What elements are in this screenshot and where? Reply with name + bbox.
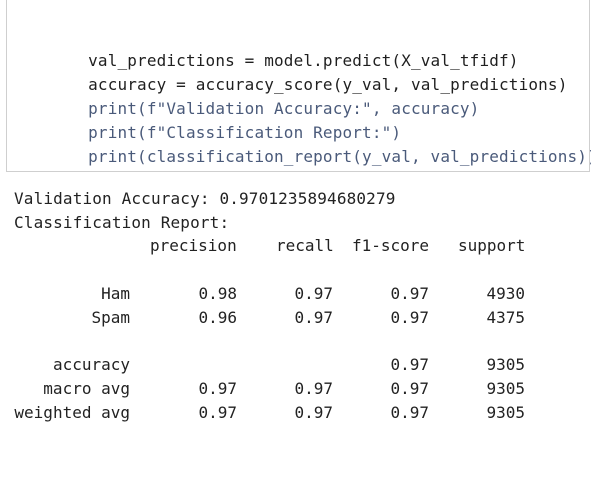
row-precision: 0.97 [198,379,237,398]
header-support: support [458,236,526,255]
row-label: accuracy [52,355,130,374]
row-support: 9305 [486,355,525,374]
header-recall: recall [276,236,334,255]
row-support: 9305 [486,379,525,398]
code-text: print(classification_report(y_val, val_p… [88,147,591,166]
code-line-1: val_predictions = model.predict(X_val_tf… [49,25,519,70]
row-f1: 0.97 [390,355,429,374]
row-support: 4930 [486,284,525,303]
row-precision: 0.98 [198,284,237,303]
row-recall: 0.97 [294,379,333,398]
row-f1: 0.97 [390,308,429,327]
header-f1-score: f1-score [352,236,430,255]
row-recall: 0.97 [294,308,333,327]
code-line-4: print(f"Classification Report:") [49,97,401,142]
code-line-5: print(classification_report(y_val, val_p… [49,121,591,166]
code-line-2: accuracy = accuracy_score(y_val, val_pre… [49,49,568,94]
row-support: 4375 [486,308,525,327]
row-f1: 0.97 [390,403,429,422]
code-cell[interactable]: val_predictions = model.predict(X_val_tf… [6,0,591,172]
code-line-3: print(f"Validation Accuracy:", accuracy) [49,73,479,118]
row-label: Ham [101,284,130,303]
header-precision: precision [150,236,237,255]
row-support: 9305 [486,403,525,422]
accuracy-output-line: Validation Accuracy: 0.9701235894680279 [14,189,396,208]
row-recall: 0.97 [294,284,333,303]
row-f1: 0.97 [390,379,429,398]
row-f1: 0.97 [390,284,429,303]
row-label: weighted avg [14,403,130,422]
row-recall: 0.97 [294,403,333,422]
row-precision: 0.96 [198,308,237,327]
row-label: Spam [91,308,130,327]
row-precision: 0.97 [198,403,237,422]
row-label: macro avg [43,379,130,398]
report-title: Classification Report: [14,213,230,232]
